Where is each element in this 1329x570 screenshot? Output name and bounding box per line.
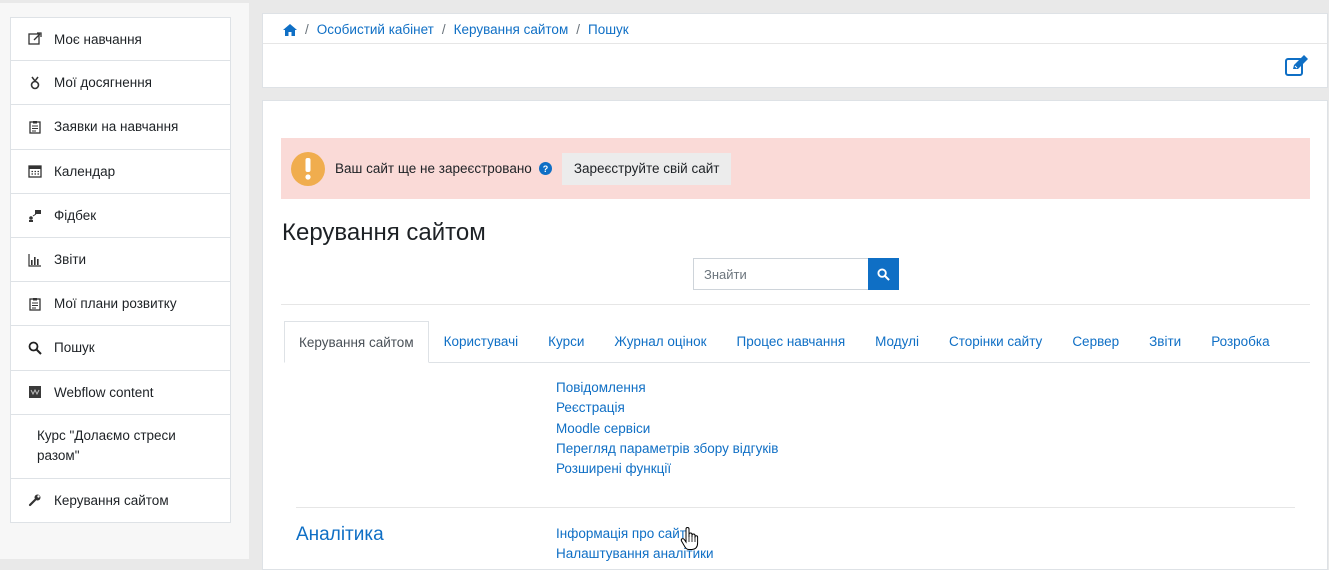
divider [296,507,1295,508]
breadcrumb-item-search[interactable]: Пошук [588,22,629,37]
sidebar-item-label: Календар [54,163,116,179]
medal-icon [28,76,42,90]
sidebar-item-calendar[interactable]: Календар [10,149,231,194]
page-title: Керування сайтом [282,219,486,246]
breadcrumb: / Особистий кабінет / Керування сайтом /… [283,22,629,37]
general-links: Повідомлення Реєстрація Moodle сервіси П… [556,378,778,479]
main-region: Ваш сайт ще не зареєстровано ? Зареєстру… [262,100,1328,570]
hand-cursor-icon [680,526,700,551]
tab-courses[interactable]: Курси [533,321,599,362]
breadcrumb-separator: / [305,22,309,37]
sidebar-item-feedback[interactable]: Фідбек [10,193,231,238]
link-moodle-services[interactable]: Moodle сервіси [556,419,778,439]
calendar-icon [28,164,42,178]
sidebar-item-label: Курс "Долаємо стреси разом" [37,428,176,464]
link-feedback-settings[interactable]: Перегляд параметрів збору відгуків [556,439,778,459]
nav-list: Моє навчання Мої досягнення Заявки на на… [10,17,231,523]
tab-grades[interactable]: Журнал оцінок [599,321,721,362]
help-icon[interactable]: ? [538,162,552,175]
sidebar-item-reports[interactable]: Звіти [10,237,231,283]
link-registration[interactable]: Реєстрація [556,398,778,418]
breadcrumb-item-dashboard[interactable]: Особистий кабінет [317,22,434,37]
sidebar-item-label: Звіти [54,252,87,268]
sidebar-item-site-admin[interactable]: Керування сайтом [10,478,231,523]
tab-appearance[interactable]: Сторінки сайту [934,321,1057,362]
sidebar-item-development-plans[interactable]: Мої плани розвитку [10,282,231,327]
warning-icon [291,151,325,186]
tab-learning-process[interactable]: Процес навчання [722,321,861,362]
admin-search-form [693,258,899,290]
sidebar-item-label: Мої плани розвитку [54,296,177,312]
book-icon [28,32,42,46]
sidebar-item-label: Моє навчання [54,31,142,47]
sidebar-item-label: Заявки на навчання [54,119,179,135]
sidebar-item-label: Фідбек [54,207,97,223]
breadcrumb-item-site-admin[interactable]: Керування сайтом [454,22,569,37]
sidebar-item-achievements[interactable]: Мої досягнення [10,61,231,106]
sidebar-item-label: Webflow content [54,384,154,400]
feedback-icon [28,208,42,223]
sidebar-item-course[interactable]: Курс "Долаємо стреси разом" [10,414,231,479]
divider [281,304,1310,305]
edit-icon[interactable] [1285,55,1309,77]
sidebar-item-search[interactable]: Пошук [10,326,231,371]
breadcrumb-separator: / [441,22,446,37]
clipboard-icon [28,297,42,311]
sidebar-item-my-learning[interactable]: Моє навчання [10,17,231,62]
search-icon [877,267,890,281]
sidebar-item-label: Керування сайтом [54,492,169,508]
search-button[interactable] [868,258,899,290]
page-header: / Особистий кабінет / Керування сайтом /… [262,13,1328,88]
home-icon[interactable] [283,23,297,36]
header-divider [263,43,1327,44]
search-input[interactable] [693,258,868,290]
tab-site-admin[interactable]: Керування сайтом [284,321,429,363]
link-advanced-features[interactable]: Розширені функції [556,459,778,479]
alert-text: Ваш сайт ще не зареєстровано [335,161,532,176]
search-icon [28,341,42,355]
sidebar-item-requests[interactable]: Заявки на навчання [10,105,231,150]
clipboard-icon [28,120,42,134]
tab-plugins[interactable]: Модулі [860,321,934,362]
sidebar-item-label: Пошук [54,340,95,356]
admin-tabs: Керування сайтом Користувачі Курси Журна… [284,320,1310,363]
sidebar-item-label: Мої досягнення [54,75,152,91]
link-notifications[interactable]: Повідомлення [556,378,778,398]
register-site-button[interactable]: Зареєструйте свій сайт [561,152,732,185]
tab-development[interactable]: Розробка [1196,321,1284,362]
section-title-analytics[interactable]: Аналітика [296,524,384,546]
chart-icon [28,253,42,267]
sidebar-item-webflow[interactable]: Webflow content [10,370,231,415]
registration-alert: Ваш сайт ще не зареєстровано ? Зареєстру… [281,138,1310,199]
tab-server[interactable]: Сервер [1057,321,1134,362]
tab-users[interactable]: Користувачі [429,321,534,362]
tab-reports[interactable]: Звіти [1134,321,1196,362]
wrench-icon [28,493,42,507]
nav-drawer: Моє навчання Мої досягнення Заявки на на… [0,0,249,559]
breadcrumb-separator: / [576,22,580,37]
svg-text:?: ? [543,164,549,174]
webflow-icon [28,385,42,399]
